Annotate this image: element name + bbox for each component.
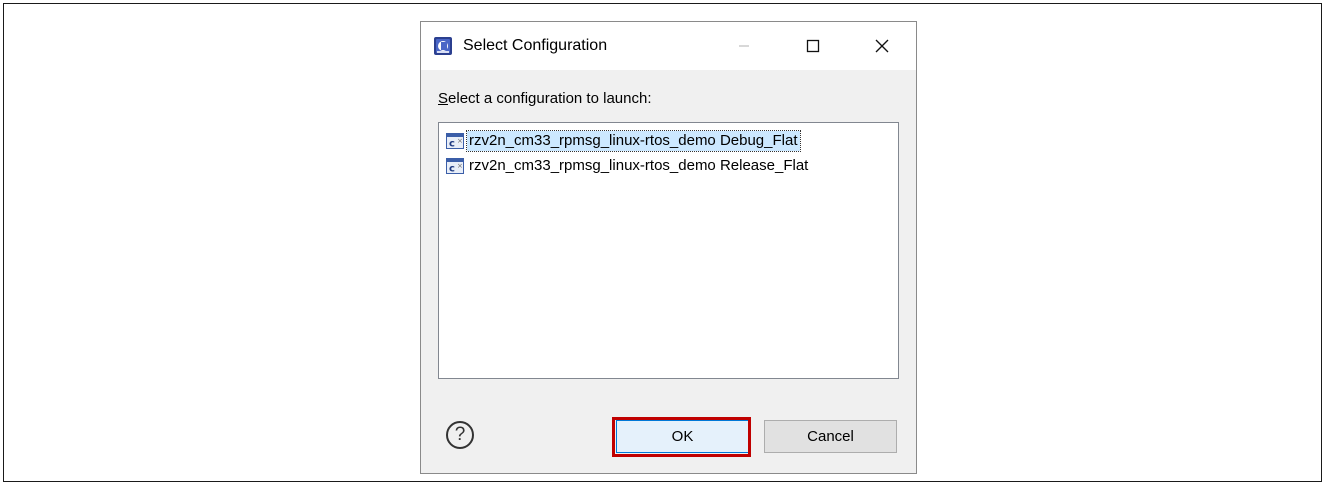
help-button[interactable]: ? [446,421,474,449]
list-item-debug-flat[interactable]: c × rzv2n_cm33_rpmsg_linux-rtos_demo Deb… [446,130,801,152]
close-button[interactable] [859,30,905,62]
maximize-button[interactable] [790,30,836,62]
dialog-title: Select Configuration [463,37,608,54]
c-launch-config-icon: c × [446,158,464,174]
list-item-label: rzv2n_cm33_rpmsg_linux-rtos_demo Release… [469,157,809,174]
configuration-list[interactable]: c × rzv2n_cm33_rpmsg_linux-rtos_demo Deb… [438,122,899,379]
prompt-text: elect a configuration to launch: [448,90,652,107]
screenshot-frame: Select Configuration Select a configurat… [3,3,1322,482]
minimize-icon [739,45,749,47]
list-item-release-flat[interactable]: c × rzv2n_cm33_rpmsg_linux-rtos_demo Rel… [446,155,810,177]
ok-button[interactable]: OK [616,420,749,453]
prompt-accelerator-key: S [438,90,449,107]
svg-text:×: × [457,137,463,145]
c-launch-config-icon: c × [446,133,464,149]
select-configuration-dialog: Select Configuration Select a configurat… [420,21,917,474]
close-icon [875,39,889,53]
svg-text:c: c [449,164,455,175]
title-bar: Select Configuration [421,22,916,70]
help-icon: ? [454,424,466,445]
svg-text:c: c [449,139,455,150]
configuration-prompt-label: Select a configuration to launch: [438,89,651,109]
cancel-button[interactable]: Cancel [764,420,897,453]
list-item-label: rzv2n_cm33_rpmsg_linux-rtos_demo Debug_F… [466,130,801,152]
minimize-button[interactable] [721,30,767,62]
svg-text:×: × [457,162,463,170]
app-icon [433,36,453,56]
maximize-icon [806,39,820,53]
